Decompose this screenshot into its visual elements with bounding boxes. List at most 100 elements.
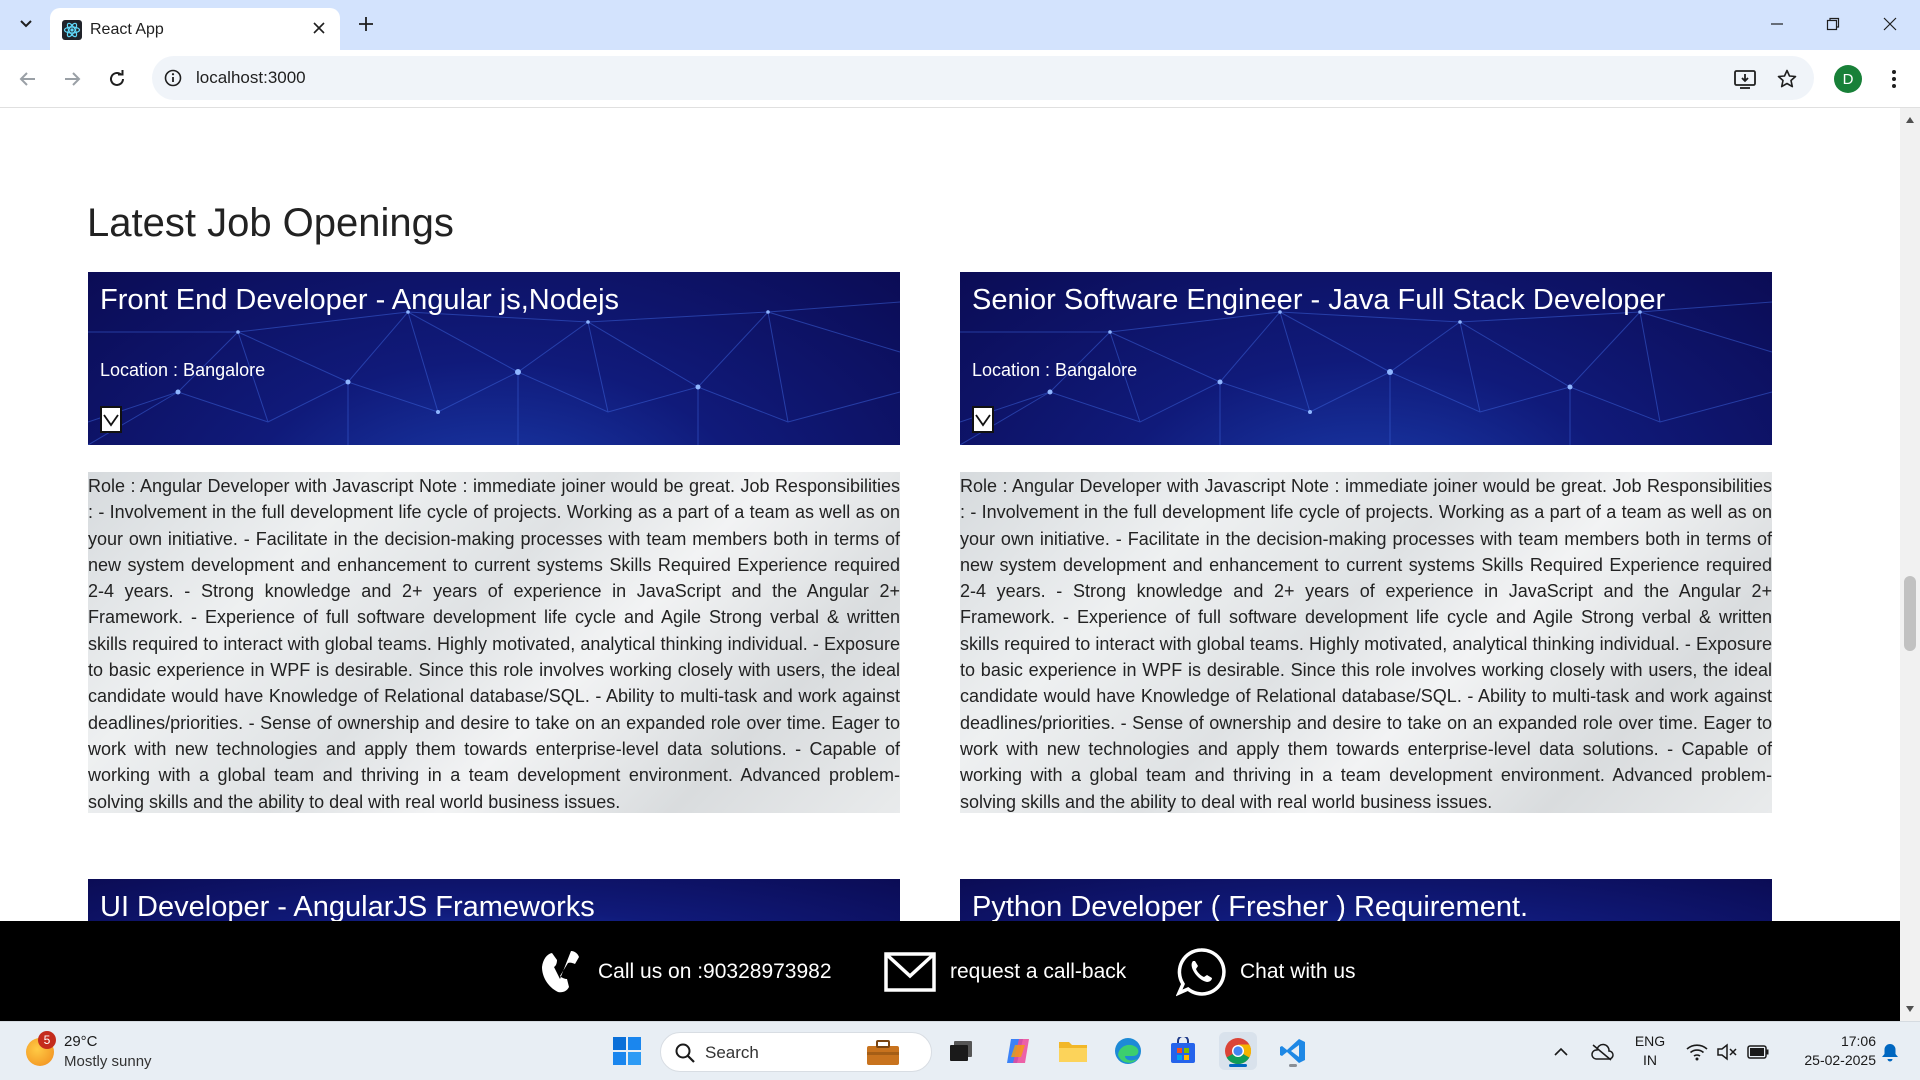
job-expand-toggle[interactable]: [100, 406, 122, 433]
edge-icon: [1115, 1038, 1141, 1064]
job-location: Location : Bangalore: [100, 360, 266, 380]
wifi-icon: [1686, 1043, 1708, 1060]
task-view-icon: [950, 1041, 972, 1061]
tab-title: React App: [90, 21, 164, 38]
cloud-offline-icon: [1591, 1043, 1614, 1061]
clock-time: 17:06: [1840, 1033, 1876, 1049]
folder-icon: [1059, 1042, 1087, 1062]
briefcase-icon: [867, 1040, 899, 1065]
section-title: Latest Job Openings: [87, 201, 454, 245]
job-card: Front End Developer - Angular js,Nodejs …: [88, 272, 900, 813]
plus-icon: [359, 17, 373, 31]
job-title: Python Developer ( Fresher ) Requirement…: [972, 891, 1529, 923]
close-window-button[interactable]: [1866, 8, 1914, 40]
chat-with-us-text: Chat with us: [1240, 960, 1356, 983]
page-scrollbar[interactable]: [1900, 108, 1920, 1021]
scroll-thumb[interactable]: [1904, 576, 1916, 651]
contact-bar: Call us on :90328973982 request a call-b…: [0, 921, 1900, 1021]
job-description-text: Role : Angular Developer with Javascript…: [88, 476, 900, 812]
scroll-up-arrow[interactable]: [1904, 114, 1916, 126]
weather-description: Mostly sunny: [64, 1053, 152, 1070]
call-us-text: Call us on :90328973982: [598, 960, 832, 983]
call-us-link[interactable]: Call us on :90328973982: [538, 949, 832, 995]
url-text[interactable]: localhost:3000: [196, 68, 306, 88]
whatsapp-icon: [1176, 948, 1226, 997]
battery-icon: [1747, 1044, 1769, 1059]
clock[interactable]: 17:06 25-02-2025: [1780, 1032, 1876, 1070]
vscode-taskbar-button[interactable]: [1274, 1032, 1312, 1070]
job-expand-toggle[interactable]: [972, 406, 994, 433]
back-button[interactable]: [12, 63, 44, 95]
clock-date: 25-02-2025: [1804, 1052, 1876, 1068]
profile-avatar[interactable]: D: [1834, 65, 1862, 93]
language-indicator[interactable]: ENG IN: [1630, 1032, 1670, 1070]
onedrive-status[interactable]: [1587, 1022, 1617, 1080]
notifications-button[interactable]: [1876, 1022, 1904, 1080]
install-app-button[interactable]: [1732, 66, 1758, 92]
job-description: Role : Angular Developer with Javascript…: [960, 472, 1772, 813]
restore-icon: [1826, 17, 1840, 31]
site-info-icon[interactable]: [162, 67, 184, 89]
arrow-left-icon: [19, 72, 35, 86]
search-icon: [675, 1043, 695, 1063]
battery-status[interactable]: [1744, 1022, 1772, 1080]
address-bar[interactable]: localhost:3000: [152, 56, 1814, 100]
chevron-down-icon: [103, 413, 119, 427]
more-vertical-icon: [1892, 70, 1896, 88]
microsoft-store-button[interactable]: [1164, 1032, 1202, 1070]
notification-badge: 5: [38, 1031, 56, 1049]
browser-tab-strip: React App: [0, 0, 1920, 50]
chrome-taskbar-button[interactable]: [1219, 1032, 1257, 1070]
edge-browser-button[interactable]: [1109, 1032, 1147, 1070]
file-explorer-button[interactable]: [1054, 1032, 1092, 1070]
bookmark-button[interactable]: [1774, 66, 1800, 92]
bell-icon: [1882, 1043, 1898, 1061]
triangle-up-icon: [1906, 117, 1914, 123]
phone-icon: [542, 951, 579, 993]
tab-close-button[interactable]: [308, 17, 330, 39]
windows-logo-icon: [613, 1037, 641, 1065]
browser-tab[interactable]: React App: [50, 8, 340, 50]
chat-with-us-link[interactable]: Chat with us: [1176, 948, 1356, 997]
active-app-indicator: [1229, 1064, 1247, 1067]
windows-taskbar: 5 29°C Mostly sunny Search ENG IN 17:06 …: [0, 1021, 1920, 1080]
store-icon: [1171, 1037, 1195, 1063]
volume-status[interactable]: [1714, 1022, 1740, 1080]
start-button[interactable]: [608, 1032, 646, 1070]
close-icon: [1883, 17, 1897, 31]
vscode-icon: [1280, 1039, 1305, 1063]
job-title: UI Developer - AngularJS Frameworks: [100, 891, 595, 923]
tab-search-button[interactable]: [12, 10, 40, 38]
browser-menu-button[interactable]: [1880, 64, 1908, 94]
volume-muted-icon: [1717, 1042, 1737, 1061]
restore-button[interactable]: [1809, 8, 1857, 40]
taskbar-search-box[interactable]: Search: [660, 1032, 932, 1072]
minimize-button[interactable]: [1753, 8, 1801, 40]
install-icon: [1734, 70, 1756, 89]
forward-button[interactable]: [56, 63, 88, 95]
wifi-status[interactable]: [1684, 1022, 1710, 1080]
job-title: Front End Developer - Angular js,Nodejs: [100, 284, 620, 316]
job-description-text: Role : Angular Developer with Javascript…: [960, 476, 1772, 812]
job-card-header: Senior Software Engineer - Java Full Sta…: [960, 272, 1772, 445]
job-card-header: Front End Developer - Angular js,Nodejs …: [88, 272, 900, 445]
chevron-up-icon: [1554, 1047, 1568, 1056]
scroll-down-arrow[interactable]: [1904, 1003, 1916, 1015]
copilot-button[interactable]: [999, 1032, 1037, 1070]
request-callback-text: request a call-back: [950, 960, 1127, 983]
triangle-down-icon: [1906, 1006, 1914, 1012]
job-description: Role : Angular Developer with Javascript…: [88, 472, 900, 813]
task-view-button[interactable]: [942, 1032, 980, 1070]
region-code: IN: [1643, 1052, 1657, 1068]
page-viewport: Latest Job Openings Front End Developer …: [0, 108, 1900, 1021]
show-hidden-icons-button[interactable]: [1548, 1022, 1574, 1080]
job-location: Location : Bangalore: [972, 360, 1138, 380]
job-title: Senior Software Engineer - Java Full Sta…: [972, 284, 1666, 316]
reload-button[interactable]: [101, 63, 133, 95]
weather-widget[interactable]: 5 29°C Mostly sunny: [24, 1030, 184, 1072]
react-logo-icon: [62, 20, 82, 40]
request-callback-link[interactable]: request a call-back: [884, 949, 1126, 995]
new-tab-button[interactable]: [352, 10, 380, 38]
language-code: ENG: [1634, 1033, 1666, 1049]
chrome-icon: [1225, 1038, 1252, 1065]
